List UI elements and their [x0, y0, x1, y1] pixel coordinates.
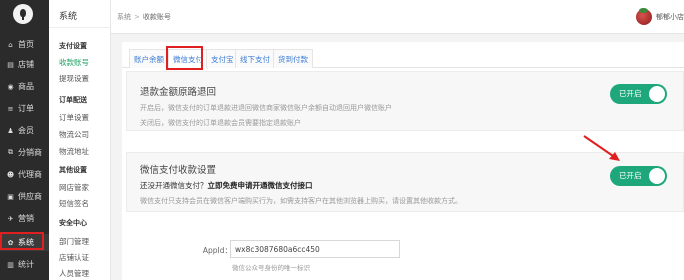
nav-item-label: 供应商 [18, 192, 42, 201]
submenu-item-shop-certification[interactable]: 店铺认证 [59, 252, 89, 263]
appid-input[interactable] [230, 240, 400, 258]
breadcrumb: 系统 > 收款账号 [117, 12, 171, 22]
nav-item-distribution[interactable]: ⧉ 分销商 [0, 144, 49, 161]
submenu-item-payment-accounts[interactable]: 收款账号 [59, 57, 89, 68]
wechat-apply-prefix: 还没开通微信支付？ [140, 181, 208, 190]
submenu-item-withdraw-settings[interactable]: 提现设置 [59, 73, 89, 84]
logo-icon[interactable] [13, 4, 33, 24]
nav-item-label: 分销商 [18, 148, 42, 157]
submenu-title: 系统 [59, 12, 78, 22]
breadcrumb-current: 收款账号 [142, 13, 171, 21]
nav-item-supplier[interactable]: ▣ 供应商 [0, 188, 49, 205]
nav-item-store[interactable]: ▤ 店铺 [0, 56, 49, 73]
wechat-toggle-label: 已开启 [619, 171, 642, 180]
nav-item-label: 订单 [18, 104, 34, 113]
submenu-item-sms-signature[interactable]: 短信签名 [59, 198, 89, 209]
nav-item-label: 商品 [18, 82, 34, 91]
nav-item-label: 会员 [18, 126, 34, 135]
annotation-highlight-wechat-tab [166, 46, 203, 70]
divider [49, 27, 111, 28]
submenu-item-logistics-company[interactable]: 物流公司 [59, 129, 89, 140]
nav-item-member[interactable]: ♟ 会员 [0, 122, 49, 139]
refund-card-desc-on: 开启后，微信支付的订单退款进退回微信商家微信账户余额自动退回用户微信账户 [140, 104, 392, 112]
wechat-card-note: 微信支付只支持会员在微信客户端购买行为，如需支持客户在其他浏览器上购买，请设置其… [140, 197, 462, 205]
breadcrumb-separator: > [134, 13, 140, 21]
agent-icon: ☻ [6, 170, 15, 179]
appid-label: AppId： [202, 246, 232, 255]
wechat-pay-toggle[interactable]: 已开启 [610, 166, 667, 186]
group-order-delivery: 订单配送 [59, 96, 87, 104]
group-security-center: 安全中心 [59, 219, 87, 227]
submenu-item-staff-management[interactable]: 人员管理 [59, 268, 89, 279]
store-icon: ▤ [7, 60, 14, 69]
appid-row: AppId： 微信公众号身份的唯一标识 [126, 240, 684, 276]
refund-card-desc-off: 关闭后，微信支付的订单退款会员需要指定退款账户 [140, 119, 301, 127]
refund-setting-card: 退款金额原路退回 开启后，微信支付的订单退款进退回微信商家微信账户余额自动退回用… [126, 71, 684, 131]
nav-item-label: 营销 [18, 214, 34, 223]
nav-item-goods[interactable]: ◉ 商品 [0, 78, 49, 95]
nav-item-home[interactable]: ⌂ 首页 [0, 36, 49, 53]
toggle-knob [649, 86, 665, 102]
marketing-icon: ✈ [7, 214, 14, 223]
member-icon: ♟ [7, 126, 14, 135]
secondary-menu: 系统 支付设置 收款账号 提现设置 订单配送 订单设置 物流公司 物流地址 其他… [49, 0, 111, 280]
payment-tabs: 账户余额 微信支付 支付宝 线下支付 货到付款 [122, 42, 684, 69]
refund-toggle[interactable]: 已开启 [610, 84, 667, 104]
distribution-icon: ⧉ [8, 148, 13, 156]
group-payment-settings: 支付设置 [59, 42, 87, 50]
submenu-item-shop-manager[interactable]: 网店管家 [59, 182, 89, 193]
tab-account-balance[interactable]: 账户余额 [129, 49, 169, 68]
refund-card-title: 退款金额原路退回 [140, 87, 217, 98]
order-icon: ≡ [7, 104, 14, 113]
nav-item-marketing[interactable]: ✈ 营销 [0, 210, 49, 227]
annotation-arrow [583, 135, 620, 161]
nav-item-stats[interactable]: ▥ 统计 [0, 256, 49, 273]
avatar[interactable] [636, 8, 652, 25]
refund-toggle-label: 已开启 [619, 89, 642, 98]
wechat-apply-link[interactable]: 立即免费申请开通微信支付接口 [208, 181, 313, 190]
submenu-item-department-management[interactable]: 部门管理 [59, 236, 89, 247]
nav-item-label: 首页 [18, 40, 34, 49]
nav-item-label: 店铺 [18, 60, 34, 69]
tab-offline-pay[interactable]: 线下支付 [235, 49, 275, 68]
stats-icon: ▥ [7, 260, 14, 269]
annotation-highlight-system [0, 232, 44, 250]
home-icon: ⌂ [8, 40, 13, 49]
tab-cash-on-delivery[interactable]: 货到付款 [273, 49, 313, 68]
breadcrumb-root[interactable]: 系统 [117, 13, 131, 21]
goods-icon: ◉ [7, 82, 14, 91]
wechat-card-title: 微信支付收款设置 [140, 165, 217, 176]
nav-item-label: 统计 [18, 260, 34, 269]
group-other-settings: 其他设置 [59, 166, 87, 174]
nav-item-label: 代理商 [18, 170, 42, 179]
tab-alipay[interactable]: 支付宝 [206, 49, 239, 68]
submenu-item-order-settings[interactable]: 订单设置 [59, 112, 89, 123]
username[interactable]: 郁郁小店 [656, 12, 684, 22]
appid-help: 微信公众号身份的唯一标识 [232, 264, 310, 272]
submenu-item-logistics-address[interactable]: 物流地址 [59, 146, 89, 157]
nav-item-order[interactable]: ≡ 订单 [0, 100, 49, 117]
nav-item-agent[interactable]: ☻ 代理商 [0, 166, 49, 183]
toggle-knob [649, 168, 665, 184]
supplier-icon: ▣ [7, 192, 14, 201]
top-header: 系统 > 收款账号 郁郁小店 [111, 0, 684, 34]
wechat-card-apply-line: 还没开通微信支付？立即免费申请开通微信支付接口 [140, 180, 313, 191]
